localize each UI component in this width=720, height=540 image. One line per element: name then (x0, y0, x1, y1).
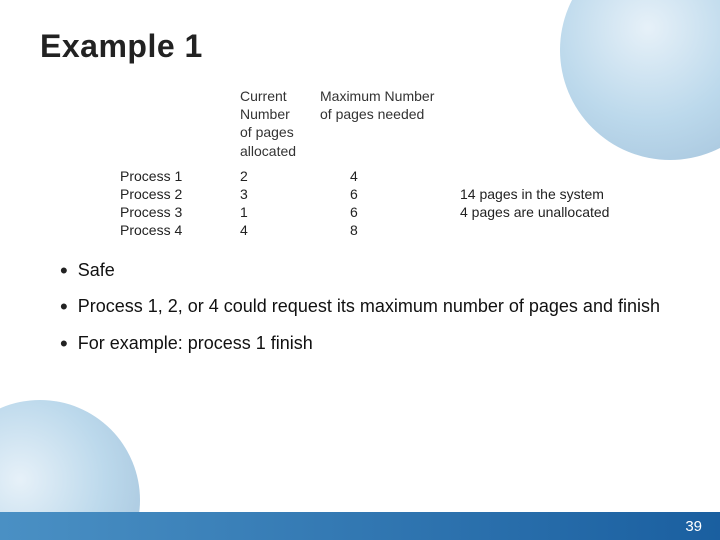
process-2-label: Process 2 (120, 186, 240, 202)
process-4-label: Process 4 (120, 222, 240, 238)
col-maximum-header: Maximum Numberof pages needed (320, 87, 460, 160)
table-section: Current Numberof pages allocated Maximum… (120, 87, 680, 238)
bullet-text-2: Process 1, 2, or 4 could request its max… (78, 294, 660, 318)
list-item: • Process 1, 2, or 4 could request its m… (60, 294, 680, 320)
process-1-label: Process 1 (120, 168, 240, 184)
page-title: Example 1 (40, 28, 203, 64)
table-row: Process 1 2 4 (120, 168, 680, 184)
process-3-note: 4 pages are unallocated (460, 204, 680, 220)
data-table: Process 1 2 4 Process 2 3 6 14 pages in … (120, 168, 680, 238)
process-1-current: 2 (240, 168, 320, 184)
bullet-icon-2: • (60, 294, 68, 320)
bullet-icon-1: • (60, 258, 68, 284)
process-2-current: 3 (240, 186, 320, 202)
main-content: Current Numberof pages allocated Maximum… (0, 87, 720, 357)
table-row: Process 2 3 6 14 pages in the system (120, 186, 680, 202)
bullet-icon-3: • (60, 331, 68, 357)
table-row: Process 3 1 6 4 pages are unallocated (120, 204, 680, 220)
process-3-max: 6 (320, 204, 460, 220)
process-2-note: 14 pages in the system (460, 186, 680, 202)
page-number-bar: 39 (0, 512, 720, 540)
page-number: 39 (685, 518, 702, 535)
process-1-max: 4 (320, 168, 460, 184)
table-header-row: Current Numberof pages allocated Maximum… (120, 87, 680, 160)
bullets-section: • Safe • Process 1, 2, or 4 could reques… (40, 258, 680, 357)
bullet-text-1: Safe (78, 258, 115, 282)
slide: Example 1 Current Numberof pages allocat… (0, 0, 720, 540)
bullet-text-3: For example: process 1 finish (78, 331, 313, 355)
process-3-current: 1 (240, 204, 320, 220)
list-item: • Safe (60, 258, 680, 284)
col-extra-header (460, 87, 680, 160)
process-4-current: 4 (240, 222, 320, 238)
list-item: • For example: process 1 finish (60, 331, 680, 357)
process-4-max: 8 (320, 222, 460, 238)
process-3-label: Process 3 (120, 204, 240, 220)
title-bar: Example 1 (0, 0, 720, 77)
process-2-max: 6 (320, 186, 460, 202)
col-current-header: Current Numberof pages allocated (240, 87, 320, 160)
col-label-empty (120, 87, 240, 160)
table-row: Process 4 4 8 (120, 222, 680, 238)
